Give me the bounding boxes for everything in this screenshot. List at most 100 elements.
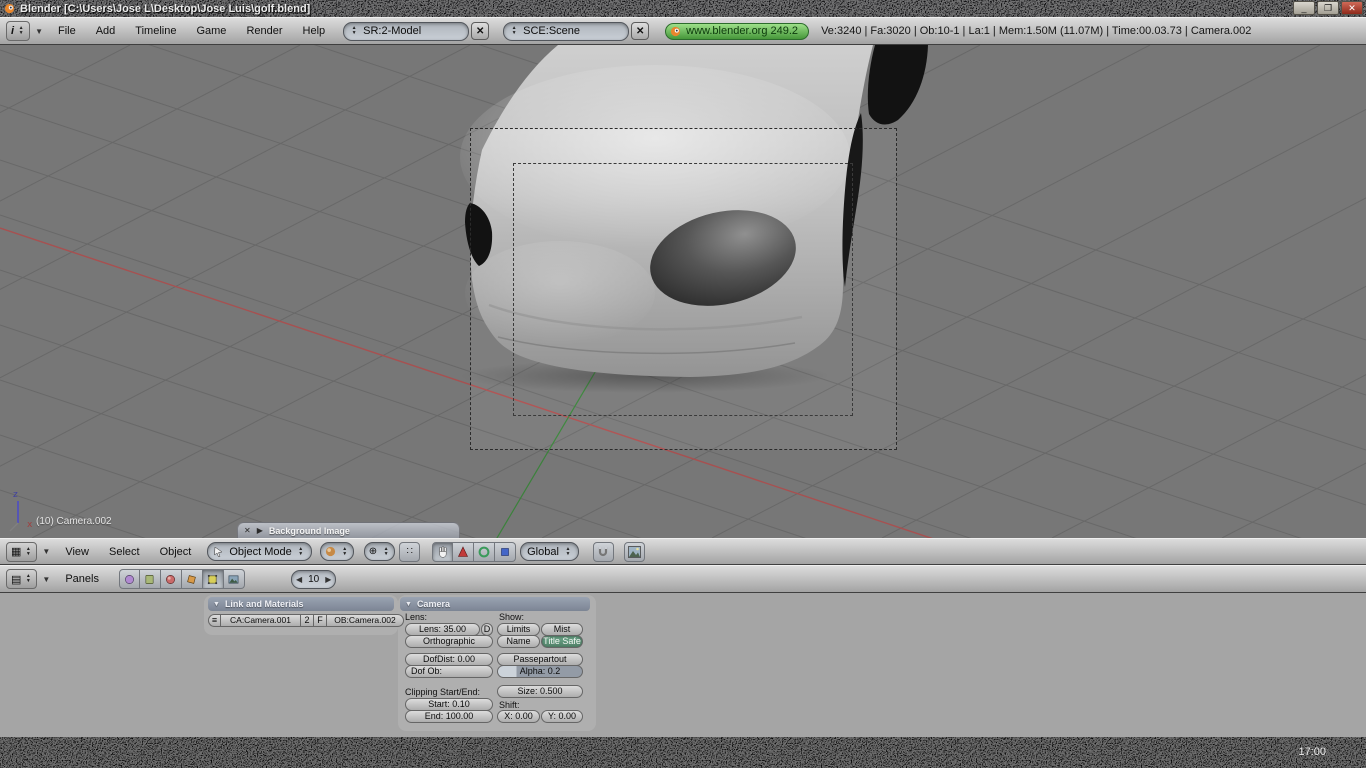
mode-selector[interactable]: Object Mode ▲ ▼ <box>207 542 312 561</box>
dof-object-field[interactable]: Dof Ob: <box>405 665 493 678</box>
menu-add[interactable]: Add <box>86 25 126 37</box>
pivot-icon: ⊕ <box>368 546 378 557</box>
show-name-toggle[interactable]: Name <box>497 635 540 648</box>
background-image-panel[interactable]: ✕ ▶ Background Image <box>237 522 460 538</box>
snap-toggle-button[interactable] <box>592 541 614 562</box>
link-panel-header[interactable]: ▼ Link and Materials <box>208 597 394 611</box>
context-script-button[interactable] <box>139 569 161 589</box>
manipulator-buttons <box>432 541 517 562</box>
passepartout-alpha-slider[interactable]: Alpha: 0.2 <box>497 665 583 678</box>
render-preview-button[interactable] <box>623 541 645 562</box>
camera-panel-title: Camera <box>416 599 450 609</box>
hand-icon <box>438 545 447 558</box>
header-collapse-icon[interactable]: ▼ <box>42 547 50 556</box>
stepper-icon: ▲ ▼ <box>342 545 348 557</box>
stepper-icon: ▲ ▼ <box>25 545 31 557</box>
3d-view-editor-icon: ▦ <box>11 546 22 558</box>
minimize-button[interactable]: _ <box>1293 1 1315 15</box>
orthographic-toggle[interactable]: Orthographic <box>405 635 493 648</box>
context-scene-button[interactable] <box>223 569 245 589</box>
context-object-button[interactable] <box>181 569 203 589</box>
scale-icon <box>501 547 509 556</box>
camera-size-field[interactable]: Size: 0.500 <box>497 685 583 698</box>
draw-type-selector[interactable]: ▲ ▼ <box>319 542 354 561</box>
rotate-icon <box>478 546 490 557</box>
orientation-name: Global <box>527 545 559 558</box>
delete-screen-button[interactable]: ✕ <box>471 22 490 40</box>
background-image-panel-title: Background Image <box>268 525 350 536</box>
close-button[interactable]: ✕ <box>1341 1 1363 15</box>
3d-viewport[interactable]: z x (10) Camera.002 <box>0 45 1366 538</box>
menu-render[interactable]: Render <box>236 25 292 37</box>
menu-timeline[interactable]: Timeline <box>125 25 186 37</box>
buttons-window-body[interactable]: ▼ Link and Materials ≡ CA:Camera.001 2 F… <box>0 593 1366 737</box>
stepper-icon: ▲ ▼ <box>351 25 357 36</box>
scene-icon <box>229 575 239 583</box>
show-label: Show: <box>499 612 525 622</box>
windows-titlebar[interactable]: Blender [C:\Users\Jose L\Desktop\Jose Lu… <box>0 0 1366 17</box>
context-editing-button[interactable] <box>202 569 224 589</box>
window-controls: _ ❐ ✕ <box>1293 1 1363 15</box>
editor-type-selector-3dview[interactable]: ▦ ▲ ▼ <box>6 541 38 562</box>
dots-icon: ∷ <box>406 546 413 557</box>
fake-user-button[interactable]: F <box>313 614 326 627</box>
editor-type-selector-buttons[interactable]: ▤ ▲ ▼ <box>6 569 38 589</box>
scene-name: SCE:Scene <box>523 25 581 37</box>
menu-panels[interactable]: Panels <box>55 573 109 585</box>
expand-panel-icon[interactable]: ▶ <box>257 526 263 535</box>
title-safe-toggle[interactable]: Title Safe <box>541 635 583 648</box>
frame-number[interactable]: 10 <box>308 574 319 585</box>
view-axis-gizmo: z x <box>9 490 33 532</box>
pivot-point-selector[interactable]: ⊕ ▲ ▼ <box>363 542 396 561</box>
blender-version-badge[interactable]: www.blender.org 249.2 <box>665 22 810 40</box>
pivot-center-dots-button[interactable]: ∷ <box>399 541 421 562</box>
menu-game[interactable]: Game <box>186 25 236 37</box>
shift-x-field[interactable]: X: 0.00 <box>497 710 540 723</box>
header-collapse-icon[interactable]: ▼ <box>35 27 43 36</box>
object-name-field[interactable]: OB:Camera.002 <box>326 614 404 627</box>
link-panel-title: Link and Materials <box>224 599 304 609</box>
menu-select[interactable]: Select <box>99 546 150 558</box>
browse-camera-data-button[interactable]: ≡ <box>208 614 220 627</box>
stepper-icon: ▲ ▼ <box>25 573 31 584</box>
menu-help[interactable]: Help <box>293 25 336 37</box>
delete-scene-button[interactable]: ✕ <box>631 22 650 40</box>
camera-datablock-field[interactable]: CA:Camera.001 <box>220 614 300 627</box>
menu-file[interactable]: File <box>48 25 86 37</box>
taskbar-noise <box>0 737 1366 768</box>
current-frame-stepper[interactable]: ◀ 10 ▶ <box>290 569 337 589</box>
context-logic-button[interactable] <box>118 569 140 589</box>
close-panel-icon[interactable]: ✕ <box>244 526 251 535</box>
menu-view[interactable]: View <box>55 546 99 558</box>
stepper-icon: ▲ ▼ <box>18 25 24 36</box>
frame-increment-icon[interactable]: ▶ <box>325 575 331 584</box>
restore-button[interactable]: ❐ <box>1317 1 1339 15</box>
screen-selector[interactable]: ▲ ▼ SR:2-Model <box>343 21 470 41</box>
editor-type-selector-info[interactable]: i ▲ ▼ <box>6 21 31 41</box>
shift-label: Shift: <box>499 700 520 710</box>
scale-manipulator-button[interactable] <box>495 541 517 562</box>
translate-manipulator-button[interactable] <box>453 541 475 562</box>
rotate-manipulator-button[interactable] <box>474 541 496 562</box>
blender-menubar: i ▲ ▼ ▼ File Add Timeline Game Render Hel… <box>0 17 1366 45</box>
lens-label: Lens: <box>405 612 428 622</box>
camera-datablock-row: ≡ CA:Camera.001 2 F OB:Camera.002 <box>208 614 404 627</box>
user-count-button[interactable]: 2 <box>300 614 313 627</box>
menu-object[interactable]: Object <box>150 546 202 558</box>
transform-orientation-selector[interactable]: Global ▲ ▼ <box>520 542 579 561</box>
windows-taskbar[interactable]: 17:00 <box>0 737 1366 768</box>
editing-icon <box>208 574 218 584</box>
axis-x-label: x <box>27 520 33 530</box>
scene-selector[interactable]: ▲ ▼ SCE:Scene <box>503 21 630 41</box>
context-shading-button[interactable] <box>160 569 182 589</box>
clip-end-field[interactable]: End: 100.00 <box>405 710 493 723</box>
panel-collapse-icon[interactable]: ▼ <box>213 601 220 608</box>
buttons-editor-icon: ▤ <box>11 573 22 586</box>
manipulator-toggle-button[interactable] <box>432 541 454 562</box>
frame-decrement-icon[interactable]: ◀ <box>296 575 302 584</box>
camera-panel-header[interactable]: ▼ Camera <box>400 597 590 611</box>
panel-collapse-icon[interactable]: ▼ <box>405 601 412 608</box>
title-safe-border <box>513 163 853 416</box>
shift-y-field[interactable]: Y: 0.00 <box>541 710 583 723</box>
header-collapse-icon[interactable]: ▼ <box>42 575 50 584</box>
